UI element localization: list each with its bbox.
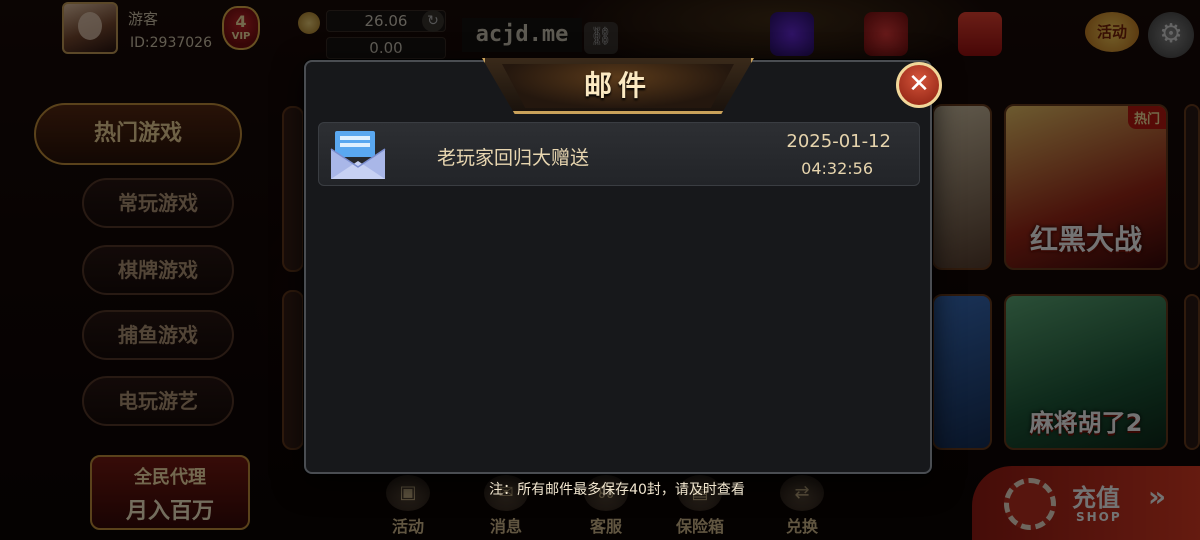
game-tile-mahjong[interactable]: 麻将胡了2 [1004, 294, 1168, 450]
nav-label: 消息 [489, 517, 522, 536]
mail-list: 老玩家回归大赠送 2025-01-12 04:32:56 [318, 122, 920, 186]
nav-label: 兑换 [785, 517, 818, 536]
user-id: ID:2937026 [130, 35, 212, 51]
sidebar-item-frequent-games[interactable]: 常玩游戏 [82, 178, 234, 228]
mail-retention-note: 注：所有邮件最多保存40封，请及时查看 [489, 482, 745, 498]
link-icon[interactable]: ⛓ [584, 22, 618, 54]
gear-icon[interactable]: ⚙ [1148, 12, 1194, 58]
mail-date: 2025-01-12 [786, 131, 891, 152]
mail-dialog: 邮件 ✕ 老玩家回归大赠送 2025-01-12 04:32:56 [304, 58, 942, 474]
activity-button[interactable]: 活动 [1085, 12, 1139, 52]
sidebar-item-fishing-games[interactable]: 捕鱼游戏 [82, 310, 234, 360]
vip-label: VIP [231, 31, 251, 42]
sidebar-item-card-games[interactable]: 棋牌游戏 [82, 245, 234, 295]
mail-list-item[interactable]: 老玩家回归大赠送 2025-01-12 04:32:56 [318, 122, 920, 186]
sidebar-item-arcade-games[interactable]: 电玩游艺 [82, 376, 234, 426]
domain-label: acjd.me [462, 18, 582, 52]
nav-label: 保险箱 [675, 517, 724, 536]
game-tile[interactable] [282, 106, 304, 272]
envelope-icon [330, 131, 386, 179]
vip-level: 4 [235, 12, 247, 31]
game-tile[interactable] [1184, 294, 1200, 450]
top-bar: 游客 ID:2937026 4 VIP 26.06 0.00 ↻ acjd.me… [0, 0, 1200, 62]
game-tile[interactable] [932, 104, 992, 270]
close-button[interactable]: ✕ [896, 62, 942, 108]
game-title: 麻将胡了2 [1029, 409, 1143, 437]
nav-label: 活动 [391, 517, 424, 536]
vip-badge[interactable]: 4 VIP [222, 6, 260, 50]
recharge-sublabel: SHOP [1076, 510, 1122, 524]
coin-icon [298, 12, 320, 34]
daily-bonus-icon[interactable] [958, 12, 1002, 56]
dialog-title: 邮件 [502, 64, 734, 108]
video-icon[interactable] [770, 12, 814, 56]
mail-subject: 老玩家回归大赠送 [437, 147, 590, 169]
nav-label: 客服 [589, 517, 622, 536]
refresh-icon[interactable]: ↻ [422, 10, 444, 32]
sidebar-item-hot-games[interactable]: 热门游戏 [34, 103, 242, 165]
red-packet-icon[interactable] [864, 12, 908, 56]
game-tile-red-black[interactable]: 热门 红黑大战 [1004, 104, 1168, 270]
avatar[interactable] [62, 2, 118, 54]
recharge-button[interactable]: 充值 SHOP » [972, 466, 1200, 540]
game-tile[interactable] [282, 290, 304, 450]
bank-balance-display: 0.00 [326, 37, 446, 59]
mail-time: 04:32:56 [801, 159, 873, 178]
hot-badge: 热门 [1127, 106, 1166, 129]
game-tile[interactable] [932, 294, 992, 450]
game-tile[interactable] [1184, 104, 1200, 270]
nickname: 游客 [128, 10, 159, 28]
game-title: 红黑大战 [1029, 223, 1142, 256]
